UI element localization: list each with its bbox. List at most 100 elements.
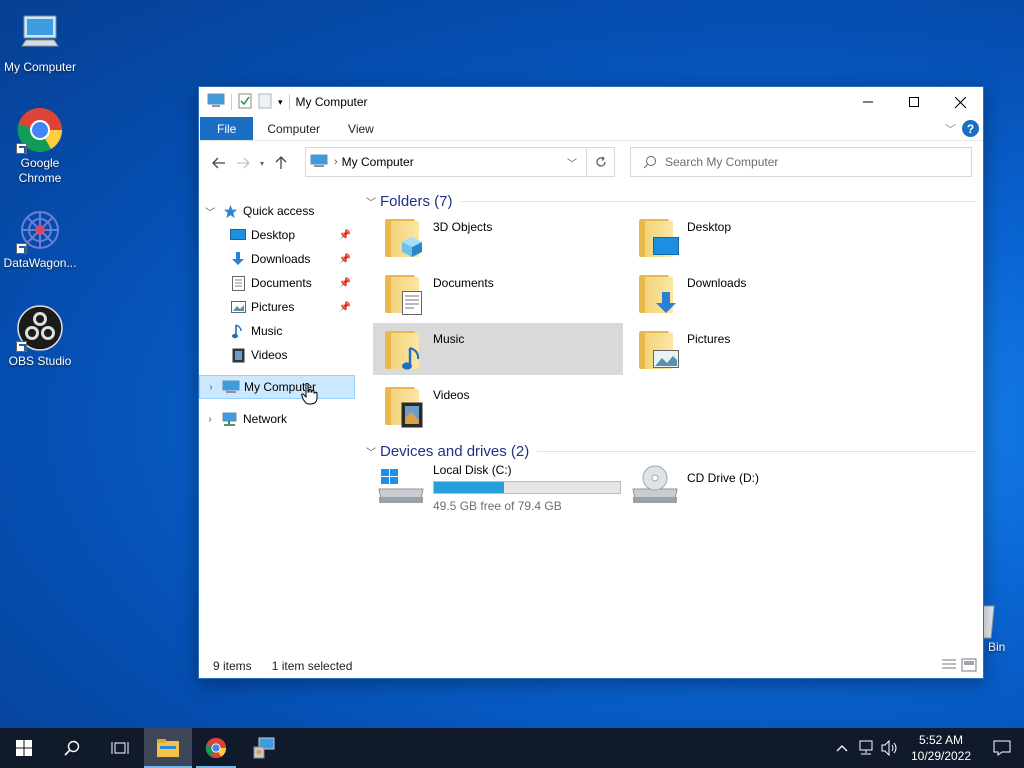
nav-item-label: Network (243, 412, 288, 426)
nav-item-label: Videos (251, 348, 288, 362)
forward-button[interactable] (231, 151, 255, 175)
pictures-icon (653, 347, 679, 371)
start-button[interactable] (0, 728, 48, 768)
windows-logo-icon (16, 740, 32, 756)
folder-tile-pictures[interactable]: Pictures (627, 323, 877, 375)
forward-arrow-icon (237, 157, 250, 169)
back-button[interactable] (207, 151, 231, 175)
breadcrumb-chevron-icon[interactable]: › (334, 156, 338, 168)
desktop-icon-datawagon[interactable]: DataWagon... (0, 206, 80, 271)
details-view-icon[interactable] (941, 658, 957, 675)
nav-item-documents[interactable]: Documents 📌 (199, 271, 355, 295)
folder-label: Documents (433, 276, 494, 290)
collapsed-chevron-icon[interactable]: › (200, 382, 222, 393)
network-status-button[interactable] (854, 740, 878, 756)
drive-usage-bar (433, 481, 621, 494)
folder-icon (639, 275, 676, 313)
folder-tile-documents[interactable]: Documents (373, 267, 623, 319)
folder-icon (385, 219, 422, 257)
search-box[interactable] (630, 147, 972, 177)
taskbar-chrome[interactable] (192, 728, 240, 768)
desktop-icon-my-computer[interactable]: My Computer (0, 10, 80, 75)
taskbar-file-explorer[interactable] (144, 728, 192, 768)
nav-item-pictures[interactable]: Pictures 📌 (199, 295, 355, 319)
volume-button[interactable] (878, 740, 902, 756)
address-dropdown-chevron-icon[interactable]: ﹀ (558, 148, 586, 176)
title-bar[interactable]: ▾ My Computer (199, 87, 983, 117)
folder-tile-downloads[interactable]: Downloads (627, 267, 877, 319)
drive-usage-fill (434, 482, 505, 493)
system-config-icon (253, 737, 275, 759)
customize-qat-chevron-icon[interactable]: ▾ (278, 97, 283, 108)
speaker-icon (881, 740, 897, 756)
star-icon (221, 203, 239, 219)
show-hidden-icons-button[interactable] (830, 744, 854, 752)
hand-cursor-icon (301, 382, 319, 408)
desktop-icon-label: My Computer (3, 60, 77, 74)
pin-icon: 📌 (338, 253, 351, 265)
nav-item-downloads[interactable]: Downloads 📌 (199, 247, 355, 271)
up-button[interactable] (269, 151, 293, 175)
drive-tile-local-disk-c[interactable]: Local Disk (C:) 49.5 GB free of 79.4 GB (373, 461, 623, 517)
help-icon[interactable]: ? (962, 120, 979, 137)
nav-item-label: Desktop (251, 228, 296, 242)
music-note-icon (229, 323, 247, 339)
search-button[interactable] (48, 728, 96, 768)
maximize-button[interactable] (891, 87, 937, 117)
new-folder-icon[interactable] (258, 93, 272, 112)
folder-tile-desktop[interactable]: Desktop (627, 211, 877, 263)
shortcut-arrow-icon (16, 243, 27, 254)
nav-item-videos[interactable]: Videos (199, 343, 355, 367)
folder-icon (385, 387, 423, 428)
folder-tile-music[interactable]: Music (373, 323, 623, 375)
download-arrow-icon (229, 251, 247, 267)
desktop-icon-google-chrome[interactable]: Google Chrome (0, 106, 80, 186)
expanded-chevron-icon[interactable]: ﹀ (199, 204, 221, 219)
group-header-drives[interactable]: ﹀ Devices and drives (2) (366, 443, 976, 460)
quick-access-toolbar: ▾ (199, 87, 290, 117)
clock[interactable]: 5:52 AM 10/29/2022 (902, 732, 980, 764)
taskbar: 5:52 AM 10/29/2022 (0, 728, 1024, 768)
documents-icon (229, 275, 247, 291)
nav-item-desktop[interactable]: Desktop 📌 (199, 223, 355, 247)
nav-item-quick-access[interactable]: ﹀ Quick access (199, 199, 355, 223)
tab-view[interactable]: View (334, 117, 388, 140)
address-bar[interactable]: › My Computer ﹀ (305, 147, 587, 177)
expand-ribbon-chevron-icon[interactable]: ﹀ (945, 121, 956, 137)
folder-label: Videos (433, 388, 470, 402)
collapsed-chevron-icon[interactable]: › (199, 414, 221, 425)
download-arrow-icon (653, 291, 679, 315)
documents-icon (399, 291, 425, 315)
task-view-button[interactable] (96, 728, 144, 768)
selection-count: 1 item selected (271, 659, 353, 673)
large-icons-view-icon[interactable] (961, 658, 977, 675)
hard-drive-icon (377, 463, 425, 511)
nav-item-my-computer[interactable]: › My Computer (199, 375, 355, 399)
drive-tile-cd-drive-d[interactable]: CD Drive (D:) (627, 461, 877, 517)
taskbar-app-config[interactable] (240, 728, 288, 768)
tab-file[interactable]: File (200, 117, 254, 140)
search-input[interactable] (665, 155, 945, 169)
folder-icon (639, 219, 679, 257)
item-count: 9 items (213, 659, 252, 673)
nav-item-music[interactable]: Music (199, 319, 355, 343)
refresh-icon (595, 156, 606, 167)
action-center-button[interactable] (980, 740, 1024, 756)
window-title: My Computer (295, 95, 368, 109)
minimize-button[interactable] (845, 87, 891, 117)
recent-locations-button[interactable]: ▾ (255, 151, 269, 175)
properties-icon[interactable] (238, 93, 252, 112)
folder-label: 3D Objects (433, 220, 493, 234)
nav-item-label: Quick access (243, 204, 315, 218)
nav-item-network[interactable]: › Network (199, 407, 355, 431)
folder-tile-videos[interactable]: Videos (373, 379, 623, 431)
desktop-icon-obs-studio[interactable]: OBS Studio (0, 304, 80, 369)
group-header-folders[interactable]: ﹀ Folders (7) (366, 193, 976, 210)
chevron-down-icon: ▾ (259, 158, 264, 168)
tab-computer[interactable]: Computer (253, 117, 334, 140)
folder-label: Downloads (687, 276, 747, 290)
chevron-up-icon (836, 745, 848, 752)
refresh-button[interactable] (587, 147, 615, 177)
folder-tile-3d-objects[interactable]: 3D Objects (373, 211, 623, 263)
close-button[interactable] (937, 87, 983, 117)
